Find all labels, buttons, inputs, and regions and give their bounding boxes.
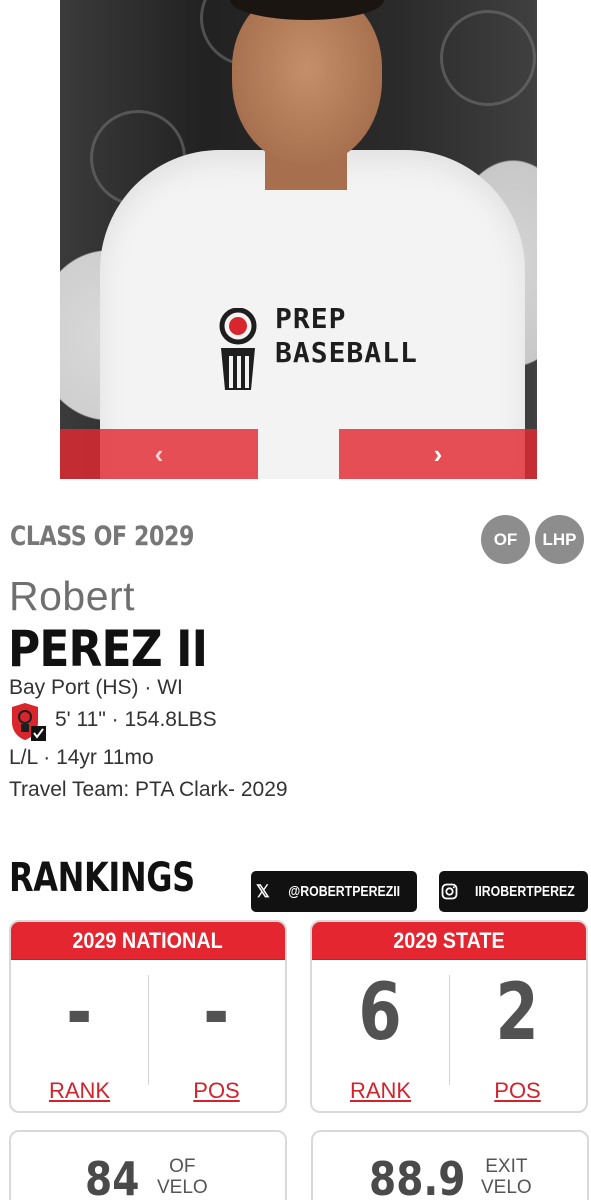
exit-velo-card[interactable]: 88.9 EXIT VELO xyxy=(311,1130,589,1200)
state-ranking-header: 2029 STATE xyxy=(312,922,586,960)
state-pos-value: 2 xyxy=(495,968,540,1058)
national-ranking-title: 2029 NATIONAL xyxy=(72,927,224,953)
backdrop-logo-stamp xyxy=(440,10,536,106)
exit-velo-label-line1: EXIT xyxy=(485,1156,528,1177)
exit-velo-label-line2: VELO xyxy=(481,1177,532,1198)
school-state: Bay Port (HS) · WI xyxy=(9,676,183,699)
x-handle: @ROBERTPEREZII xyxy=(287,883,400,900)
player-head xyxy=(232,0,382,165)
state-ranking-title: 2029 STATE xyxy=(393,927,505,953)
player-first-name: Robert xyxy=(9,573,136,619)
height-weight: 5' 11" · 154.8LBS xyxy=(55,708,217,731)
baseball-logo-icon xyxy=(219,308,257,390)
position-badge-lhp[interactable]: LHP xyxy=(535,515,584,564)
state-rank-column: 6 RANK xyxy=(312,960,449,1111)
state-pos-column: 2 POS xyxy=(449,960,586,1111)
of-velo-label-line2: VELO xyxy=(157,1177,208,1198)
player-last-name: PEREZ II xyxy=(8,620,208,678)
national-ranking-card: 2029 NATIONAL - RANK - POS xyxy=(9,920,287,1113)
national-pos-link[interactable]: POS xyxy=(193,1078,239,1104)
national-rank-column: - RANK xyxy=(11,960,148,1111)
of-velo-label: OF VELO xyxy=(157,1156,208,1198)
instagram-icon xyxy=(441,883,458,900)
chevron-left-icon: ‹ xyxy=(154,439,164,469)
position-badge-of[interactable]: OF xyxy=(481,515,530,564)
of-velo-label-line1: OF xyxy=(169,1156,196,1177)
chevron-right-icon: › xyxy=(433,439,443,469)
class-of-label: CLASS OF 2029 xyxy=(10,521,195,552)
exit-velo-value: 88.9 xyxy=(369,1152,466,1200)
x-logo-icon: 𝕏 xyxy=(255,881,270,901)
player-photo: PREP BASEBALL ‹ › xyxy=(60,0,537,479)
shirt-logo: PREP BASEBALL xyxy=(215,300,435,400)
of-velo-card[interactable]: 84 OF VELO xyxy=(9,1130,287,1200)
national-rank-link[interactable]: RANK xyxy=(49,1078,110,1104)
state-rank-link[interactable]: RANK xyxy=(350,1078,411,1104)
state-ranking-card: 2029 STATE 6 RANK 2 POS xyxy=(310,920,588,1113)
instagram-handle: IIROBERTPEREZ xyxy=(475,883,575,900)
travel-team: Travel Team: PTA Clark- 2029 xyxy=(9,778,288,801)
national-pos-value: - xyxy=(203,968,230,1058)
national-pos-column: - POS xyxy=(148,960,285,1111)
carousel-prev-button[interactable]: ‹ xyxy=(60,429,258,479)
instagram-profile-link[interactable]: IIROBERTPEREZ xyxy=(439,871,588,912)
state-rank-value: 6 xyxy=(358,968,403,1058)
rankings-heading: RANKINGS xyxy=(9,855,195,901)
state-pos-link[interactable]: POS xyxy=(494,1078,540,1104)
shirt-brand-line1: PREP xyxy=(275,302,347,335)
bats-throws-age: L/L · 14yr 11mo xyxy=(9,746,154,769)
exit-velo-label: EXIT VELO xyxy=(481,1156,532,1198)
verified-shield-icon xyxy=(12,703,46,741)
national-ranking-header: 2029 NATIONAL xyxy=(11,922,285,960)
national-rank-value: - xyxy=(66,968,93,1058)
x-profile-link[interactable]: 𝕏 @ROBERTPEREZII xyxy=(251,871,417,912)
shirt-brand-line2: BASEBALL xyxy=(275,336,418,369)
shirt-brand-text: PREP BASEBALL xyxy=(275,302,418,370)
carousel-next-button[interactable]: › xyxy=(339,429,537,479)
of-velo-value: 84 xyxy=(85,1152,140,1200)
